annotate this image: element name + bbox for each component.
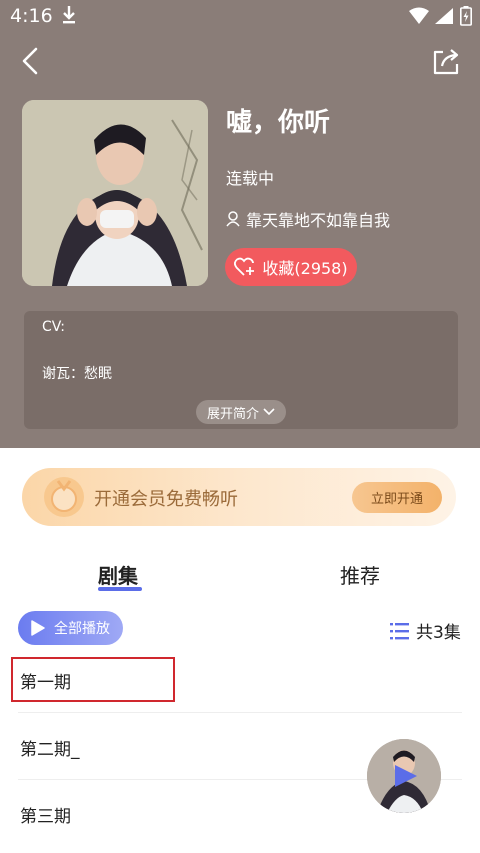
favorite-label: 收藏(2958) — [262, 259, 348, 278]
list-icon — [390, 622, 409, 639]
intro-voice-line: 谢瓦：愁眠 — [42, 366, 112, 382]
back-icon[interactable] — [18, 46, 44, 76]
expand-intro-label: 展开简介 — [206, 406, 259, 422]
episode-row[interactable]: 第一期 — [18, 646, 462, 713]
play-icon — [31, 620, 45, 636]
tab-recommend[interactable]: 推荐 — [340, 560, 380, 589]
favorite-button[interactable]: 收藏(2958) — [225, 248, 357, 286]
signal-icon — [435, 8, 453, 24]
play-all-label: 全部播放 — [54, 621, 110, 637]
tab-active-indicator — [98, 587, 142, 591]
intro-cv-label: CV: — [42, 319, 65, 335]
vip-medal-icon — [44, 477, 84, 517]
vip-banner[interactable]: 开通会员免费畅听 立即开通 — [22, 468, 456, 526]
share-icon[interactable] — [430, 46, 462, 76]
tab-episodes[interactable]: 剧集 — [98, 560, 138, 589]
expand-intro-button[interactable]: 展开简介 — [196, 400, 286, 424]
episode-count[interactable]: 共3集 — [390, 618, 461, 643]
cover-illustration — [22, 100, 208, 286]
episode-title: 第二期_ — [20, 740, 80, 760]
episode-count-label: 共3集 — [416, 623, 461, 643]
vip-text: 开通会员免费畅听 — [94, 489, 238, 510]
album-cover[interactable] — [22, 100, 208, 286]
wifi-icon — [409, 7, 429, 24]
chevron-down-icon — [263, 408, 275, 416]
author-row[interactable]: 靠天靠地不如靠自我 — [226, 207, 390, 231]
serial-status: 连载中 — [226, 169, 275, 188]
mini-player[interactable] — [367, 739, 441, 813]
album-title: 嘘，你听 — [226, 108, 331, 138]
intro-box: CV: 谢瓦：愁眠 展开简介 — [24, 311, 458, 429]
episode-title: 第三期 — [20, 807, 71, 827]
battery-icon — [460, 6, 472, 26]
download-icon — [63, 6, 75, 24]
status-bar: 4:16 — [0, 0, 480, 34]
episode-title: 第一期 — [20, 673, 71, 693]
status-time: 4:16 — [10, 5, 53, 27]
mini-player-cover — [367, 739, 441, 813]
play-all-button[interactable]: 全部播放 — [18, 611, 123, 645]
heart-plus-icon — [234, 257, 255, 276]
author-name: 靠天靠地不如靠自我 — [246, 211, 391, 230]
vip-open-button[interactable]: 立即开通 — [352, 482, 442, 513]
album-header: 4:16 嘘，你听 连载中 靠天靠地不如靠自我 收藏(2958) CV: 谢瓦：… — [0, 0, 480, 448]
user-icon — [226, 211, 240, 227]
